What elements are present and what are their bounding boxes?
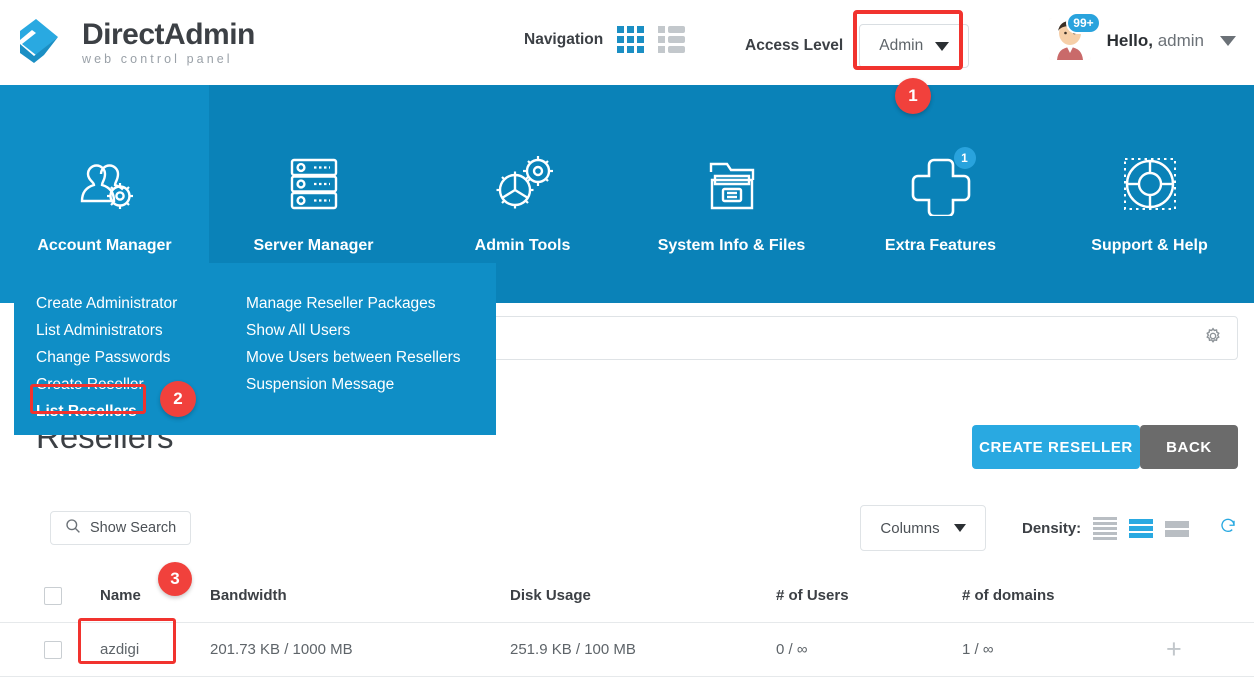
brand-text: DirectAdmin web control panel xyxy=(82,20,255,66)
gear-icon[interactable] xyxy=(1203,326,1223,351)
cell-users: 0 / ∞ xyxy=(776,641,962,658)
menu-item-create-administrator[interactable]: Create Administrator xyxy=(36,291,246,316)
access-level-value: Admin xyxy=(879,37,923,55)
cell-domains: 1 / ∞ xyxy=(962,641,1152,658)
nav-tile-label: Support & Help xyxy=(1091,237,1207,255)
columns-label: Columns xyxy=(880,520,939,537)
directadmin-page: DirectAdmin web control panel Navigation… xyxy=(0,0,1254,700)
nav-tile-label: Extra Features xyxy=(885,237,996,255)
list-view-icon[interactable] xyxy=(658,26,685,53)
directadmin-logo-icon xyxy=(14,15,70,71)
chevron-down-icon xyxy=(954,524,966,532)
user-menu[interactable]: 99+ Hello, admin xyxy=(1049,18,1236,64)
menu-item-manage-reseller-packages[interactable]: Manage Reseller Packages xyxy=(246,291,461,316)
nav-tile-support-help[interactable]: Support & Help xyxy=(1045,85,1254,303)
column-header-domains[interactable]: # of domains xyxy=(962,587,1152,604)
menu-item-show-all-users[interactable]: Show All Users xyxy=(246,318,461,343)
refresh-icon[interactable] xyxy=(1219,517,1237,540)
column-header-users[interactable]: # of Users xyxy=(776,587,962,604)
nav-tile-system-info-files[interactable]: System Info & Files xyxy=(627,85,836,303)
menu-item-change-passwords[interactable]: Change Passwords xyxy=(36,345,246,370)
back-button[interactable]: BACK xyxy=(1140,425,1238,469)
top-header-bar: DirectAdmin web control panel Navigation… xyxy=(0,0,1254,85)
search-icon xyxy=(65,518,81,538)
row-expand-plus-icon[interactable]: + xyxy=(1166,636,1182,663)
cell-bandwidth: 201.73 KB / 1000 MB xyxy=(210,641,510,658)
server-rack-icon xyxy=(284,145,344,223)
marker-2: 2 xyxy=(160,381,196,417)
chevron-down-icon xyxy=(935,42,949,51)
column-header-bandwidth[interactable]: Bandwidth xyxy=(210,587,510,604)
navigation-view-toggle-group: Navigation xyxy=(524,26,685,53)
density-comfortable-button[interactable] xyxy=(1165,521,1189,537)
gears-icon xyxy=(490,145,556,223)
nav-tile-label: Account Manager xyxy=(37,237,171,255)
brand-title: DirectAdmin xyxy=(82,20,255,50)
brand-logo[interactable]: DirectAdmin web control panel xyxy=(14,15,255,71)
brand-title-first: Direct xyxy=(82,18,164,51)
access-level-dropdown[interactable]: Admin xyxy=(859,24,969,68)
density-compact-button[interactable] xyxy=(1093,517,1117,540)
dropdown-column-1: Create Administrator List Administrators… xyxy=(36,291,246,435)
extra-features-badge: 1 xyxy=(954,147,976,169)
notification-badge[interactable]: 99+ xyxy=(1066,12,1100,34)
users-gear-icon xyxy=(68,145,142,223)
create-reseller-button[interactable]: CREATE RESELLER xyxy=(972,425,1140,469)
marker-3: 3 xyxy=(158,562,192,596)
table-row[interactable]: azdigi 201.73 KB / 1000 MB 251.9 KB / 10… xyxy=(0,623,1254,677)
chevron-down-icon[interactable] xyxy=(1220,36,1236,46)
avatar[interactable]: 99+ xyxy=(1049,18,1095,64)
nav-tile-label: Admin Tools xyxy=(475,237,571,255)
select-all-checkbox[interactable] xyxy=(44,587,62,605)
navigation-label: Navigation xyxy=(524,31,603,49)
plus-icon: 1 xyxy=(908,145,974,223)
density-standard-button[interactable] xyxy=(1129,519,1153,538)
greeting-prefix: Hello, xyxy=(1107,31,1153,50)
density-label: Density: xyxy=(1022,520,1081,537)
columns-button[interactable]: Columns xyxy=(860,505,986,551)
menu-item-move-users-between-resellers[interactable]: Move Users between Resellers xyxy=(246,345,461,370)
brand-title-second: Admin xyxy=(164,18,255,51)
table-controls: Show Search Columns Density: xyxy=(0,503,1254,557)
nav-tile-label: Server Manager xyxy=(253,237,373,255)
menu-item-list-resellers[interactable]: List Resellers xyxy=(36,399,246,424)
show-search-label: Show Search xyxy=(90,520,176,536)
marker-1: 1 xyxy=(895,78,931,114)
nav-tile-extra-features[interactable]: 1 Extra Features xyxy=(836,85,1045,303)
greeting-username: admin xyxy=(1158,31,1204,50)
greeting-text: Hello, admin xyxy=(1107,31,1204,51)
column-header-disk-usage[interactable]: Disk Usage xyxy=(510,587,776,604)
dropdown-column-2: Manage Reseller Packages Show All Users … xyxy=(246,291,461,435)
cell-disk-usage: 251.9 KB / 100 MB xyxy=(510,641,776,658)
menu-item-list-administrators[interactable]: List Administrators xyxy=(36,318,246,343)
access-level-label: Access Level xyxy=(745,37,843,55)
access-level-group: Access Level Admin xyxy=(745,24,969,68)
density-control-group: Density: xyxy=(1022,517,1237,540)
menu-item-suspension-message[interactable]: Suspension Message xyxy=(246,372,461,397)
lifebuoy-icon xyxy=(1118,145,1182,223)
folder-files-icon xyxy=(701,145,763,223)
show-search-button[interactable]: Show Search xyxy=(50,511,191,545)
nav-tile-label: System Info & Files xyxy=(658,237,806,255)
cell-name[interactable]: azdigi xyxy=(62,641,210,658)
menu-item-create-reseller[interactable]: Create Reseller xyxy=(36,372,246,397)
brand-subtitle: web control panel xyxy=(82,53,255,66)
grid-view-icon[interactable] xyxy=(617,26,644,53)
account-manager-dropdown-panel: Create Administrator List Administrators… xyxy=(14,263,496,435)
row-select-checkbox[interactable] xyxy=(44,641,62,659)
